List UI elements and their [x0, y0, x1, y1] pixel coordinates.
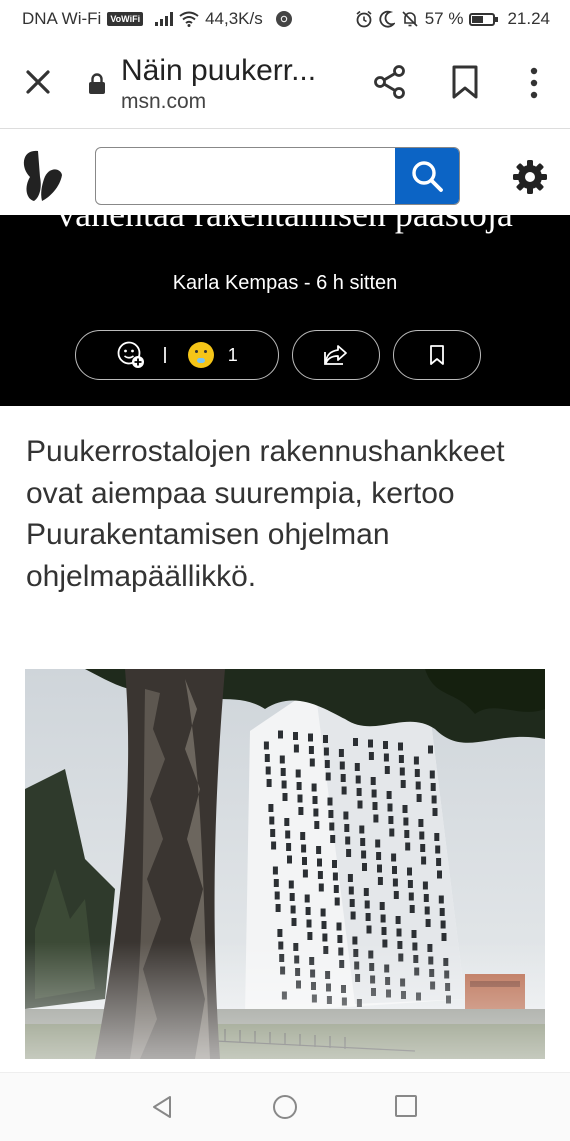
search-icon	[412, 161, 443, 192]
article-save-button[interactable]	[393, 330, 481, 380]
home-icon[interactable]	[271, 1093, 299, 1121]
back-icon[interactable]	[148, 1093, 176, 1121]
gear-icon[interactable]	[512, 159, 548, 195]
moon-icon	[379, 10, 395, 28]
browser-toolbar: Näin puukerr... msn.com	[0, 38, 570, 129]
thinking-emoji-icon	[187, 342, 214, 368]
bookmark-icon[interactable]	[450, 64, 480, 100]
search-box	[95, 147, 460, 205]
system-nav-bar	[0, 1072, 570, 1141]
battery-icon	[469, 12, 499, 26]
status-left: DNA Wi-Fi VoWiFi 44,3K/s	[22, 9, 293, 29]
notifications-off-icon	[402, 11, 418, 27]
article-byline: Karla Kempas - 6 h sitten	[172, 272, 398, 294]
article-share-button[interactable]	[292, 330, 380, 380]
article-lede: Puukerrostalojen rakennushankkeet ovat a…	[26, 435, 505, 593]
clock: 21.24	[507, 9, 550, 28]
search-button[interactable]	[395, 148, 459, 204]
lock-icon	[89, 73, 105, 94]
search-input[interactable]	[96, 148, 396, 204]
reaction-count: 1	[227, 344, 238, 365]
network-speed: 44,3K/s	[205, 9, 263, 28]
status-bar: DNA Wi-Fi VoWiFi 44,3K/s 57 % 21.24	[0, 0, 570, 38]
headline-fragment: vähentää rakentamisen päästöja	[0, 215, 570, 235]
close-icon[interactable]	[22, 66, 54, 98]
share-icon[interactable]	[372, 64, 408, 100]
signal-icon	[155, 12, 174, 26]
bookmark-outline-icon	[430, 345, 444, 365]
recents-icon[interactable]	[393, 1093, 419, 1119]
vowifi-badge: VoWiFi	[107, 12, 144, 26]
share-arrow-icon	[324, 345, 347, 365]
alarm-icon	[356, 10, 372, 28]
photo-illustration	[25, 669, 545, 1059]
chrome-icon	[275, 11, 292, 27]
msn-header	[0, 129, 570, 215]
reaction-divider	[164, 347, 166, 363]
article-hero: vähentää rakentamisen päästöja Karla Kem…	[0, 215, 570, 406]
msn-butterfly-logo[interactable]	[18, 147, 64, 205]
battery-percent: 57 %	[424, 9, 464, 28]
status-right: 57 % 21.24	[355, 9, 550, 29]
reactions-button[interactable]: 1	[75, 330, 279, 380]
add-reaction-icon	[117, 341, 145, 368]
carrier-label: DNA Wi-Fi	[22, 9, 102, 28]
overflow-menu-icon[interactable]	[522, 66, 546, 100]
wifi-icon	[179, 11, 199, 27]
page-url[interactable]: msn.com	[121, 90, 206, 114]
page-title[interactable]: Näin puukerr...	[121, 54, 316, 88]
article-photo[interactable]	[25, 669, 545, 1059]
